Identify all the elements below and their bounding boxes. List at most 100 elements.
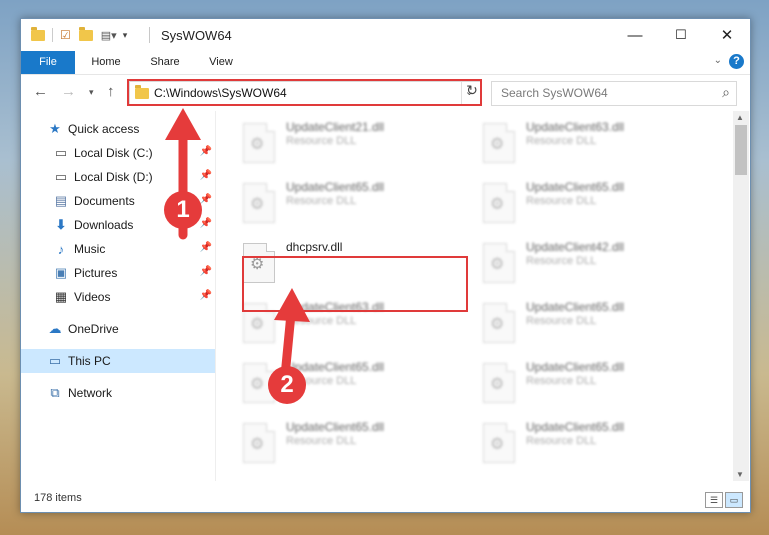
pin-icon[interactable]: 📌: [200, 170, 212, 181]
file-tile[interactable]: ⚙ UpdateClient65.dll Resource DLL: [478, 297, 703, 347]
dll-file-icon: ⚙: [483, 123, 515, 163]
file-type: Resource DLL: [526, 135, 597, 147]
search-icon[interactable]: ⌕: [722, 84, 730, 101]
dll-file-icon: ⚙: [483, 243, 515, 283]
gear-icon: ⚙: [490, 376, 505, 393]
search-placeholder: Search SysWOW64: [501, 86, 608, 100]
file-type: Resource DLL: [526, 435, 597, 447]
file-tile[interactable]: ⚙ UpdateClient21.dll Resource DLL: [238, 117, 463, 167]
pin-icon[interactable]: 📌: [200, 218, 212, 229]
dll-file-icon: ⚙: [483, 183, 515, 223]
pin-icon[interactable]: 📌: [200, 242, 212, 253]
file-name: UpdateClient21.dll: [286, 120, 385, 134]
new-folder-icon[interactable]: [78, 26, 93, 41]
gear-icon: ⚙: [250, 196, 265, 213]
folder-icon[interactable]: [31, 26, 45, 41]
file-tile[interactable]: ⚙ UpdateClient65.dll Resource DLL: [478, 357, 703, 407]
sidebar-item-this-pc[interactable]: ▭ This PC: [21, 349, 215, 373]
file-name: dhcpsrv.dll: [286, 240, 343, 254]
sidebar-item-videos[interactable]: ▦ Videos 📌: [21, 285, 215, 309]
ribbon-expand-icon[interactable]: ⌄: [714, 55, 722, 66]
file-tile[interactable]: ⚙ UpdateClient65.dll Resource DLL: [238, 177, 463, 227]
gear-icon: ⚙: [250, 376, 265, 393]
file-tile[interactable]: ⚙ UpdateClient42.dll Resource DLL: [478, 237, 703, 287]
sidebar-item-label: OneDrive: [68, 322, 119, 336]
gear-icon: ⚙: [250, 316, 265, 333]
downloads-icon: ⬇: [55, 217, 67, 232]
search-input[interactable]: Search SysWOW64 ⌕: [491, 81, 737, 106]
file-tile[interactable]: ⚙ UpdateClient65.dll Resource DLL: [478, 177, 703, 227]
large-icons-view-icon[interactable]: ▭: [725, 492, 743, 508]
back-arrow-icon[interactable]: ←: [33, 83, 48, 100]
file-name: UpdateClient65.dll: [526, 180, 625, 194]
up-arrow-icon[interactable]: ↑: [107, 83, 115, 100]
sidebar-item-label: Videos: [74, 290, 111, 304]
gear-icon: ⚙: [250, 136, 265, 153]
drive-icon: ▭: [54, 169, 68, 184]
gear-icon: ⚙: [490, 316, 505, 333]
pictures-icon: ▣: [54, 265, 68, 280]
scroll-down-icon[interactable]: ▼: [736, 470, 744, 479]
tab-file[interactable]: File: [21, 51, 75, 74]
tab-view[interactable]: View: [201, 51, 241, 74]
minimize-button[interactable]: —: [612, 19, 658, 51]
tab-home[interactable]: Home: [83, 51, 129, 74]
pin-icon[interactable]: 📌: [200, 266, 212, 277]
sidebar-item-quick-access[interactable]: ★ Quick access: [21, 117, 215, 141]
pin-icon[interactable]: 📌: [200, 194, 212, 205]
sidebar-item-local-disk-d[interactable]: ▭ Local Disk (D:) 📌: [21, 165, 215, 189]
forward-arrow-icon[interactable]: →: [61, 83, 76, 100]
details-view-icon[interactable]: ☰: [705, 492, 723, 508]
sidebar-item-onedrive[interactable]: ☁ OneDrive: [21, 317, 215, 341]
gear-icon: ⚙: [490, 136, 505, 153]
maximize-button[interactable]: ☐: [658, 19, 704, 51]
navigation-bar: ← → ▾ ↑ C:\Windows\SysWOW64 ⌄ ↻ Search S…: [21, 74, 750, 111]
file-type: Resource DLL: [286, 135, 357, 147]
pin-icon[interactable]: 📌: [200, 290, 212, 301]
file-type: Resource DLL: [286, 315, 357, 327]
properties-icon[interactable]: ☑: [60, 28, 71, 42]
status-bar: 178 items ☰ ▭: [21, 487, 750, 512]
file-tile[interactable]: ⚙ UpdateClient65.dll Resource DLL: [238, 417, 463, 467]
vertical-scrollbar[interactable]: ▲ ▼: [733, 111, 749, 481]
highlight-box-file: [242, 256, 468, 312]
file-name: UpdateClient65.dll: [526, 420, 625, 434]
gear-icon: ⚙: [490, 196, 505, 213]
explorer-window: ☑ ▤▾ ▾ SysWOW64 — ☐ ✕ File Home Share Vi…: [20, 18, 751, 513]
close-button[interactable]: ✕: [704, 19, 750, 51]
gear-icon: ⚙: [490, 436, 505, 453]
quick-access-toolbar: ☑ ▤▾ ▾: [31, 26, 127, 44]
sidebar-item-local-disk-c[interactable]: ▭ Local Disk (C:) 📌: [21, 141, 215, 165]
file-name: UpdateClient63.dll: [526, 120, 625, 134]
pin-icon[interactable]: 📌: [200, 146, 212, 157]
network-icon: ⧉: [50, 385, 60, 400]
gear-icon: ⚙: [250, 436, 265, 453]
highlight-box-address: [127, 79, 482, 106]
file-tile[interactable]: ⚙ UpdateClient63.dll Resource DLL: [478, 117, 703, 167]
customize-toolbar-icon[interactable]: ▤▾: [101, 29, 117, 42]
dll-file-icon: ⚙: [483, 423, 515, 463]
file-name: UpdateClient42.dll: [526, 240, 625, 254]
sidebar-item-music[interactable]: ♪ Music 📌: [21, 237, 215, 261]
chevron-down-icon[interactable]: ▾: [123, 30, 128, 41]
sidebar-item-network[interactable]: ⧉ Network: [21, 381, 215, 405]
sidebar-item-label: Local Disk (D:): [74, 170, 153, 184]
file-tile[interactable]: ⚙ UpdateClient65.dll Resource DLL: [478, 417, 703, 467]
sidebar-item-label: Documents: [74, 194, 135, 208]
sidebar-item-label: Quick access: [68, 122, 140, 136]
divider: [149, 27, 150, 43]
sidebar-item-label: Local Disk (C:): [74, 146, 153, 160]
tab-share[interactable]: Share: [143, 51, 187, 74]
documents-icon: ▤: [54, 193, 68, 208]
scroll-up-icon[interactable]: ▲: [736, 113, 744, 122]
file-name: UpdateClient65.dll: [526, 360, 625, 374]
sidebar-item-label: Downloads: [74, 218, 134, 232]
drive-icon: ▭: [54, 145, 68, 160]
help-icon[interactable]: ?: [729, 54, 744, 69]
dll-file-icon: ⚙: [483, 303, 515, 343]
file-type: Resource DLL: [526, 375, 597, 387]
sidebar-item-pictures[interactable]: ▣ Pictures 📌: [21, 261, 215, 285]
file-type: Resource DLL: [526, 195, 597, 207]
scrollbar-thumb[interactable]: [735, 125, 747, 175]
recent-locations-icon[interactable]: ▾: [89, 87, 94, 98]
